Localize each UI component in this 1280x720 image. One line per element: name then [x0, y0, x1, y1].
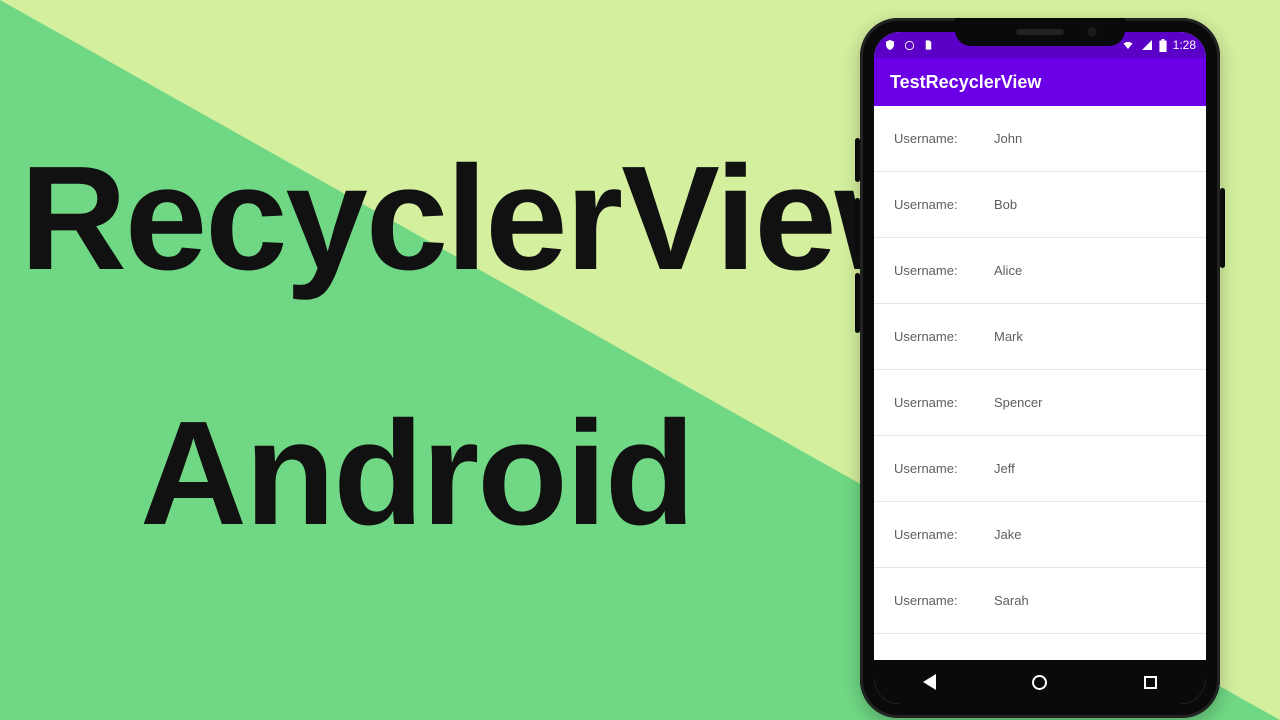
- username-value: Sarah: [994, 593, 1029, 608]
- phone-volume-down-button: [855, 273, 860, 333]
- username-value: Spencer: [994, 395, 1042, 410]
- heading-line-1: RecyclerView: [20, 145, 948, 293]
- phone-camera: [1087, 27, 1097, 37]
- heading-line-2: Android: [140, 400, 693, 548]
- recents-icon: [1144, 676, 1157, 689]
- username-label: Username:: [894, 329, 966, 344]
- username-label: Username:: [894, 461, 966, 476]
- list-item[interactable]: Username: Alice: [874, 238, 1206, 304]
- username-value: Jeff: [994, 461, 1015, 476]
- app-title: TestRecyclerView: [890, 72, 1041, 93]
- username-label: Username:: [894, 197, 966, 212]
- phone-screen: 1:28 TestRecyclerView Username: John Use…: [874, 32, 1206, 704]
- app-bar: TestRecyclerView: [874, 58, 1206, 106]
- wifi-icon: [1121, 39, 1135, 51]
- nav-recents-button[interactable]: [1131, 662, 1171, 702]
- stage: RecyclerView Android: [0, 0, 1280, 720]
- phone-side-button: [855, 138, 860, 182]
- list-item[interactable]: Username: Bob: [874, 172, 1206, 238]
- username-value: Bob: [994, 197, 1017, 212]
- username-value: Alice: [994, 263, 1022, 278]
- username-label: Username:: [894, 395, 966, 410]
- shield-icon: [884, 39, 896, 51]
- username-label: Username:: [894, 263, 966, 278]
- status-clock: 1:28: [1173, 38, 1196, 52]
- phone-frame: 1:28 TestRecyclerView Username: John Use…: [860, 18, 1220, 718]
- nav-back-button[interactable]: [909, 662, 949, 702]
- username-label: Username:: [894, 593, 966, 608]
- list-item[interactable]: Username: Sarah: [874, 568, 1206, 634]
- username-value: Jake: [994, 527, 1021, 542]
- circle-icon: [904, 40, 915, 51]
- home-icon: [1032, 675, 1047, 690]
- list-item[interactable]: Username: Spencer: [874, 370, 1206, 436]
- nav-home-button[interactable]: [1020, 662, 1060, 702]
- list-item[interactable]: Username: Mark: [874, 304, 1206, 370]
- battery-icon: [1159, 39, 1167, 52]
- recycler-list[interactable]: Username: John Username: Bob Username: A…: [874, 106, 1206, 660]
- username-label: Username:: [894, 131, 966, 146]
- navigation-bar: [874, 660, 1206, 704]
- list-item[interactable]: Username: Jeff: [874, 436, 1206, 502]
- username-value: Mark: [994, 329, 1023, 344]
- phone-speaker: [1016, 29, 1064, 35]
- username-label: Username:: [894, 527, 966, 542]
- phone-volume-up-button: [855, 198, 860, 258]
- list-item[interactable]: Username: Jake: [874, 502, 1206, 568]
- username-value: John: [994, 131, 1022, 146]
- phone-power-button: [1220, 188, 1225, 268]
- sim-icon: [923, 39, 934, 51]
- signal-icon: [1141, 39, 1153, 51]
- phone-notch: [955, 18, 1125, 46]
- list-item[interactable]: Username: John: [874, 106, 1206, 172]
- back-icon: [923, 674, 936, 690]
